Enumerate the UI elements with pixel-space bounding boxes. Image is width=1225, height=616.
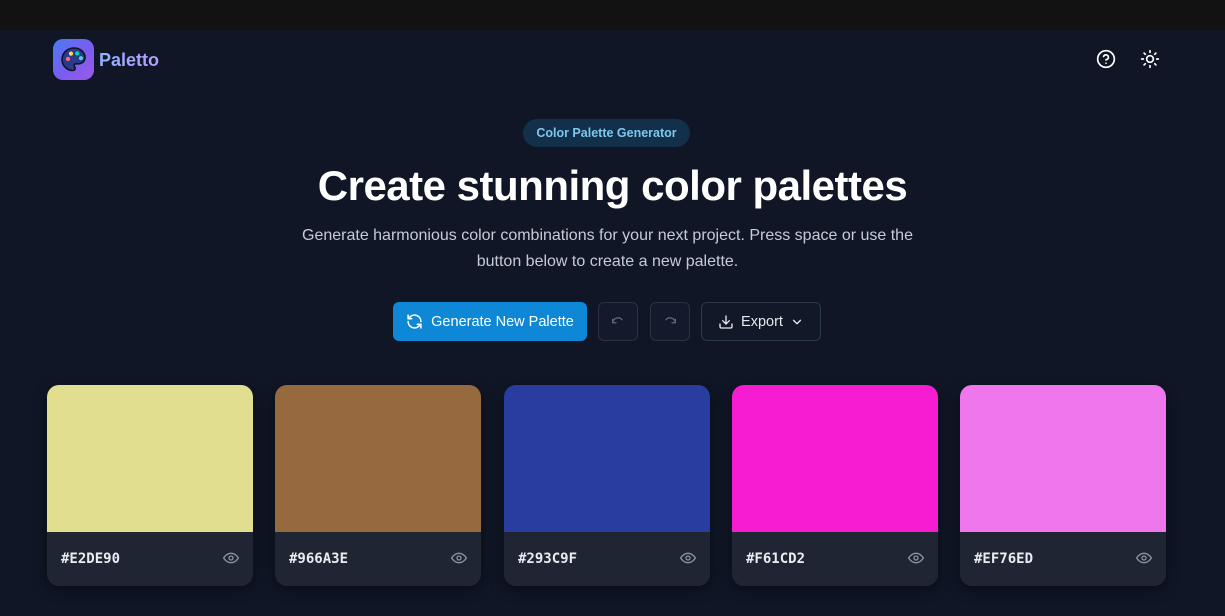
help-button[interactable] [1094, 47, 1118, 71]
color-hex-code[interactable]: #293C9F [518, 551, 577, 567]
color-hex-code[interactable]: #966A3E [289, 551, 348, 567]
color-hex-code[interactable]: #E2DE90 [61, 551, 120, 567]
color-hex-code[interactable]: #F61CD2 [746, 551, 805, 567]
eye-icon[interactable] [680, 550, 696, 566]
color-swatch[interactable] [275, 385, 481, 532]
undo-button[interactable] [598, 302, 638, 341]
palette-icon [60, 46, 86, 71]
color-hex-code[interactable]: #EF76ED [974, 551, 1033, 567]
color-card[interactable]: #293C9F [504, 385, 710, 586]
color-card-footer: #966A3E [275, 532, 481, 586]
undo-icon [612, 316, 623, 323]
app-root: Paletto Color Palette Generator Create s… [0, 30, 1225, 616]
hero-badge: Color Palette Generator [523, 119, 690, 147]
color-card-footer: #F61CD2 [732, 532, 938, 586]
color-card[interactable]: #966A3E [275, 385, 481, 586]
page-title: Create stunning color palettes [317, 162, 908, 209]
color-card-footer: #EF76ED [960, 532, 1166, 586]
color-card[interactable]: #EF76ED [960, 385, 1166, 586]
download-icon [719, 314, 733, 329]
theme-toggle-button[interactable] [1138, 47, 1162, 71]
export-button[interactable]: Export [701, 302, 821, 341]
refresh-icon [407, 314, 422, 329]
window-top-bar [0, 0, 1225, 30]
eye-icon[interactable] [1136, 550, 1152, 566]
eye-icon[interactable] [451, 550, 467, 566]
redo-icon [665, 316, 676, 323]
app-logo[interactable] [53, 39, 94, 80]
sun-icon [1140, 49, 1160, 69]
eye-icon[interactable] [908, 550, 924, 566]
header: Paletto [0, 30, 1225, 90]
color-card[interactable]: #E2DE90 [47, 385, 253, 586]
brand-name[interactable]: Paletto [99, 50, 159, 71]
color-card[interactable]: #F61CD2 [732, 385, 938, 586]
color-swatch[interactable] [732, 385, 938, 532]
help-circle-icon [1096, 49, 1116, 69]
eye-icon[interactable] [223, 550, 239, 566]
redo-button[interactable] [650, 302, 690, 341]
color-card-footer: #293C9F [504, 532, 710, 586]
chevron-down-icon [792, 319, 802, 324]
color-swatch[interactable] [47, 385, 253, 532]
export-button-label: Export [741, 313, 783, 330]
generate-palette-button[interactable]: Generate New Palette [393, 302, 587, 341]
color-swatch[interactable] [504, 385, 710, 532]
generate-button-label: Generate New Palette [431, 313, 574, 330]
page-subtitle: Generate harmonious color combinations f… [302, 227, 913, 270]
color-card-footer: #E2DE90 [47, 532, 253, 586]
color-swatch[interactable] [960, 385, 1166, 532]
